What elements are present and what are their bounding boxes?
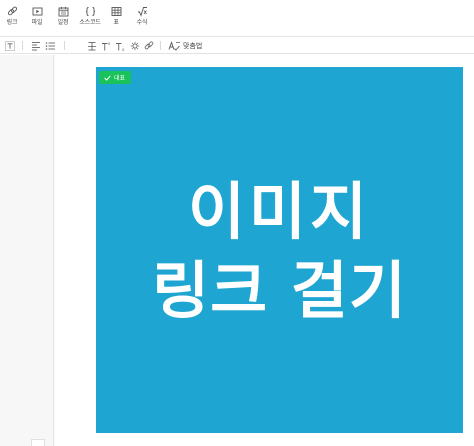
special-character-icon (130, 41, 140, 50)
subscript-icon: x (116, 42, 125, 51)
link-format-button[interactable] (144, 40, 154, 51)
strikethrough-icon (88, 41, 96, 50)
source-code-button[interactable]: 소스코드 (75, 6, 105, 34)
text-style-button[interactable] (5, 40, 15, 51)
check-icon (104, 74, 111, 81)
schedule-button[interactable]: 일정 (50, 6, 76, 34)
source-code-label: 소스코드 (79, 19, 101, 26)
formula-icon (137, 7, 147, 17)
calendar-icon (58, 7, 68, 17)
toolbar-divider (22, 41, 23, 50)
insert-toolbar: 링크 파일 일정 소스코드 표 수식 (0, 0, 474, 37)
superscript-button[interactable]: x (101, 40, 112, 51)
text-style-icon (5, 40, 15, 51)
image-component[interactable]: 대표 이미지 링크 걸기 (96, 67, 463, 433)
spellcheck-icon (168, 40, 180, 51)
superscript-icon: x (102, 41, 111, 50)
strikethrough-button[interactable] (87, 40, 97, 51)
toolbar-divider (64, 41, 65, 50)
formula-label: 수식 (136, 19, 148, 26)
spellcheck-label: 맞춤법 (183, 41, 203, 50)
bullet-list-icon (45, 41, 55, 50)
align-left-icon (32, 41, 40, 50)
page-corner-tab (31, 439, 45, 446)
left-margin-panel (0, 55, 54, 446)
file-label: 파일 (31, 19, 43, 26)
align-button[interactable] (31, 40, 41, 51)
link-button[interactable]: 링크 (0, 6, 25, 34)
table-button[interactable]: 표 (103, 6, 129, 34)
link-icon (7, 6, 17, 16)
svg-text:x: x (122, 47, 125, 51)
spellcheck-button[interactable]: 맞춤법 (168, 40, 202, 51)
file-button[interactable]: 파일 (24, 6, 50, 34)
table-icon (111, 7, 121, 16)
table-label: 표 (113, 19, 119, 26)
schedule-label: 일정 (57, 19, 69, 26)
representative-badge[interactable]: 대표 (99, 71, 132, 84)
subscript-button[interactable]: x (115, 40, 126, 51)
image-text-line1: 이미지 (187, 175, 372, 248)
svg-text:x: x (108, 41, 111, 46)
format-toolbar: x x 맞춤법 (0, 37, 474, 54)
formula-button[interactable]: 수식 (129, 6, 155, 34)
list-button[interactable] (45, 40, 56, 51)
toolbar-divider (160, 41, 161, 50)
file-icon (32, 7, 42, 16)
image-text-line2: 링크 걸기 (152, 254, 407, 327)
code-icon (85, 7, 95, 16)
representative-badge-label: 대표 (114, 75, 126, 82)
link-icon (144, 41, 154, 49)
link-label: 링크 (6, 19, 18, 26)
special-character-button[interactable] (130, 40, 140, 51)
